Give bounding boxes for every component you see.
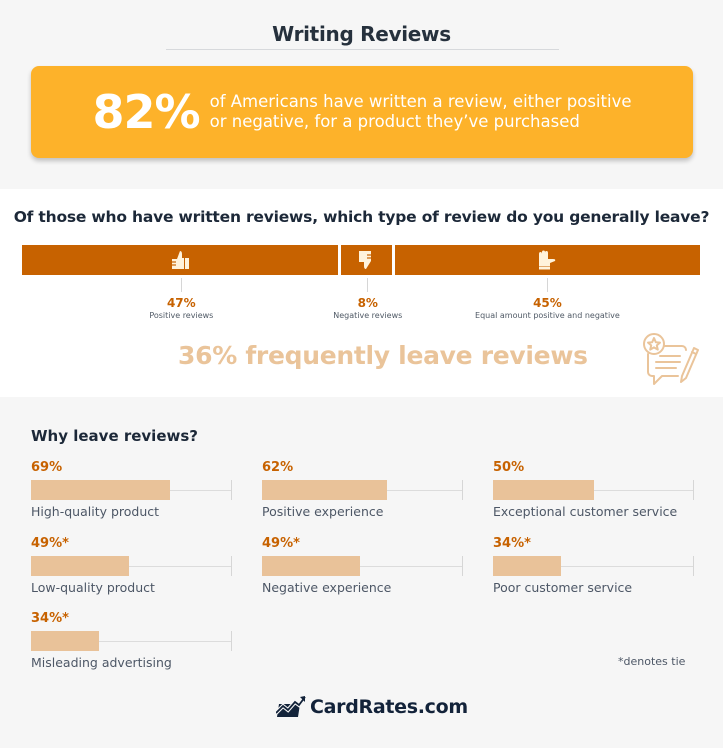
hero-text-line-2: or negative, for a product they’ve purch… bbox=[209, 112, 580, 131]
stacked-segment-2 bbox=[340, 245, 395, 275]
reason-bar-track bbox=[31, 480, 232, 500]
reason-bar bbox=[262, 480, 387, 500]
track-end-tick bbox=[462, 480, 463, 500]
hero-banner: 82% of Americans have written a review, … bbox=[31, 66, 693, 158]
reason-bar-item: 69% High-quality product bbox=[31, 460, 232, 519]
reason-bar-track bbox=[262, 480, 463, 500]
thumbs-down-icon bbox=[355, 249, 377, 271]
reason-bar-item: 62% Positive experience bbox=[262, 460, 463, 519]
frequent-reviewers-stat: 36% frequently leave reviews bbox=[178, 341, 588, 370]
reason-value-label: 34%* bbox=[31, 611, 69, 626]
hero-text-line-1: of Americans have written a review, eith… bbox=[209, 92, 632, 111]
stacked-category-label: Negative reviews bbox=[333, 311, 403, 320]
stacked-category-label: Positive reviews bbox=[149, 311, 214, 320]
thumbs-up-icon bbox=[169, 249, 191, 271]
reason-bar bbox=[31, 631, 100, 651]
reason-category-label: Positive experience bbox=[262, 504, 384, 519]
reason-bar-item: 49%* Negative experience bbox=[262, 536, 463, 595]
track-end-tick bbox=[462, 556, 463, 576]
reason-category-label: Exceptional customer service bbox=[493, 504, 678, 519]
reason-category-label: Negative experience bbox=[262, 580, 392, 595]
label-tick bbox=[367, 278, 369, 292]
stacked-segment-3 bbox=[394, 245, 700, 275]
review-type-stacked-bar bbox=[22, 245, 700, 275]
logo-text: CardRates.com bbox=[310, 696, 468, 718]
hero-text: of Americans have written a review, eith… bbox=[210, 92, 632, 132]
label-tick bbox=[546, 278, 548, 292]
stacked-label-3: 45% Equal amount positive and negative bbox=[447, 278, 647, 321]
tie-footnote: *denotes tie bbox=[618, 655, 686, 668]
reason-value-label: 50% bbox=[493, 460, 525, 475]
stacked-label-2: 8% Negative reviews bbox=[268, 278, 468, 321]
title-divider bbox=[166, 49, 559, 50]
reason-bar bbox=[31, 556, 130, 576]
reason-bar bbox=[262, 556, 361, 576]
why-leave-reviews-title: Why leave reviews? bbox=[31, 427, 198, 445]
reason-bar bbox=[493, 480, 594, 500]
stacked-label-1: 47% Positive reviews bbox=[81, 278, 281, 321]
review-speech-bubble-icon bbox=[643, 333, 699, 385]
reason-value-label: 49%* bbox=[31, 536, 69, 551]
reason-value-label: 69% bbox=[31, 460, 63, 475]
stacked-category-label: Equal amount positive and negative bbox=[475, 311, 620, 320]
reason-category-label: Misleading advertising bbox=[31, 655, 172, 670]
reason-category-label: Low-quality product bbox=[31, 580, 155, 595]
reason-bar-item: 34%* Poor customer service bbox=[493, 536, 694, 595]
stacked-segment-1 bbox=[22, 245, 341, 275]
stacked-value-label: 8% bbox=[357, 296, 378, 310]
reason-value-label: 62% bbox=[262, 460, 294, 475]
reason-bar-track bbox=[31, 556, 232, 576]
reason-bar bbox=[493, 556, 562, 576]
page-title: Writing Reviews bbox=[272, 22, 451, 46]
reason-bar-track bbox=[262, 556, 463, 576]
reason-bar-track bbox=[31, 631, 232, 651]
cardrates-logo[interactable]: CardRates.com bbox=[276, 696, 468, 718]
review-type-question: Of those who have written reviews, which… bbox=[13, 208, 710, 226]
track-end-tick bbox=[693, 556, 694, 576]
reason-bar bbox=[31, 480, 170, 500]
reason-bar-item: 34%* Misleading advertising bbox=[31, 611, 232, 670]
chart-card-logo-icon bbox=[276, 696, 306, 717]
label-tick bbox=[180, 278, 182, 292]
hand-so-so-icon bbox=[536, 249, 558, 271]
reason-category-label: High-quality product bbox=[31, 504, 160, 519]
hero-stat: 82% bbox=[92, 85, 201, 139]
reason-bar-track bbox=[493, 480, 694, 500]
reason-bar-track bbox=[493, 556, 694, 576]
track-end-tick bbox=[231, 631, 232, 651]
stacked-value-label: 45% bbox=[533, 296, 562, 310]
stacked-value-label: 47% bbox=[166, 296, 196, 310]
reason-bar-item: 49%* Low-quality product bbox=[31, 536, 232, 595]
track-end-tick bbox=[231, 556, 232, 576]
track-end-tick bbox=[231, 480, 232, 500]
track-end-tick bbox=[693, 480, 694, 500]
reason-value-label: 34%* bbox=[493, 536, 531, 551]
reason-category-label: Poor customer service bbox=[493, 580, 633, 595]
reason-value-label: 49%* bbox=[262, 536, 300, 551]
reason-bar-item: 50% Exceptional customer service bbox=[493, 460, 694, 519]
